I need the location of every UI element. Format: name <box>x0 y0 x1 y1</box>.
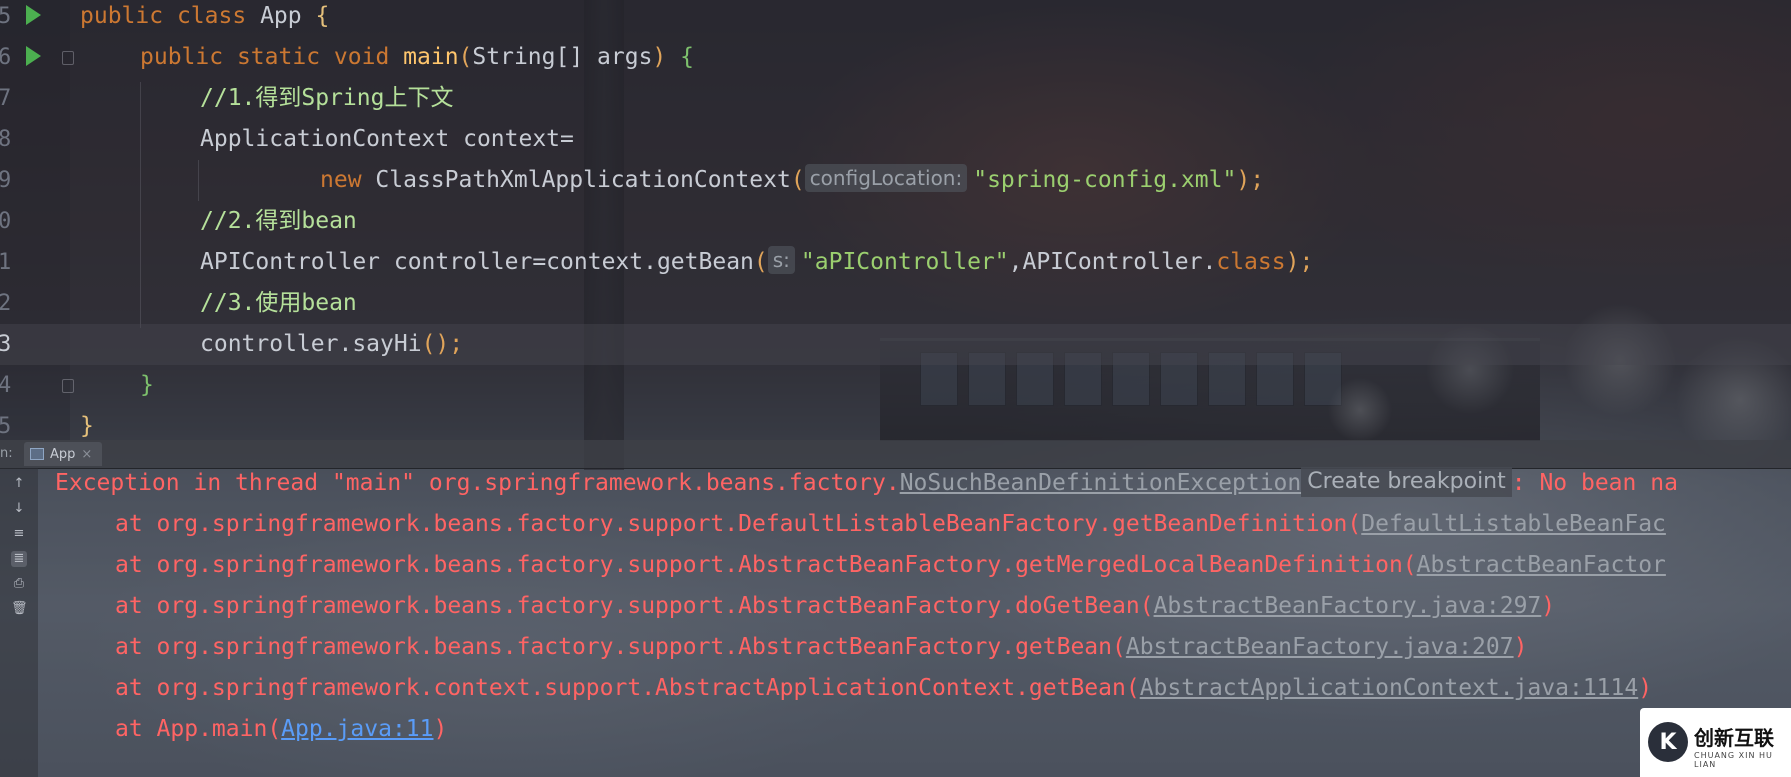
create-breakpoint-hint[interactable]: Create breakpoint <box>1301 467 1512 497</box>
exception-line: Exception in thread "main" org.springfra… <box>55 467 1678 497</box>
watermark-text: 创新互联 <box>1694 726 1774 750</box>
fold-icon[interactable] <box>62 51 74 65</box>
source-link[interactable]: AbstractBeanFactory.java:297 <box>1154 593 1542 619</box>
trash-icon[interactable]: 🗑 <box>11 601 28 617</box>
source-link[interactable]: DefaultListableBeanFac <box>1361 511 1666 537</box>
code-text: } <box>140 372 154 398</box>
parameter-hint: s: <box>767 246 795 274</box>
stack-trace-line: at App.main(App.java:11) <box>115 716 448 742</box>
code-line[interactable]: 7 //1.得到Spring上下文 <box>0 78 1791 119</box>
watermark: K 创新互联 CHUANG XIN HU LIAN <box>1640 708 1791 777</box>
run-icon[interactable] <box>26 5 41 25</box>
print-icon[interactable]: ⎙ <box>11 576 27 592</box>
line-number: 0 <box>0 209 12 234</box>
code-text: public class App { <box>80 3 330 29</box>
scroll-to-end-icon[interactable]: ≣ <box>11 551 27 567</box>
source-link-app[interactable]: App.java:11 <box>281 716 433 742</box>
line-number: 5 <box>0 4 12 29</box>
code-line[interactable]: 8 ApplicationContext context= <box>0 119 1791 160</box>
line-number: 4 <box>0 373 12 398</box>
app-icon <box>30 448 44 460</box>
line-number: 7 <box>0 86 12 111</box>
parameter-hint: configLocation: <box>804 164 968 192</box>
code-line[interactable]: 6 public static void main(String[] args)… <box>0 37 1791 78</box>
run-label: n: <box>0 446 13 461</box>
code-line[interactable]: 1 APIController controller=context.getBe… <box>0 242 1791 283</box>
source-link[interactable]: AbstractBeanFactory.java:207 <box>1126 634 1514 660</box>
source-link[interactable]: AbstractApplicationContext.java:1114 <box>1140 675 1639 701</box>
close-icon[interactable]: × <box>81 447 92 462</box>
line-number: 2 <box>0 291 12 316</box>
code-line[interactable]: 9 new ClassPathXmlApplicationContext(con… <box>0 160 1791 201</box>
code-comment: //3.使用bean <box>200 290 357 316</box>
run-tab-label: App <box>50 446 76 462</box>
code-line[interactable]: 5 public class App { <box>0 0 1791 37</box>
console-toolbar: ↑ ↓ ≡ ≣ ⎙ 🗑 <box>0 468 38 777</box>
code-text: ApplicationContext context= <box>200 126 574 152</box>
code-comment: //1.得到Spring上下文 <box>200 85 454 111</box>
line-number: 9 <box>0 168 12 193</box>
source-link[interactable]: AbstractBeanFactor <box>1417 552 1666 578</box>
arrow-up-icon[interactable]: ↑ <box>11 476 27 492</box>
stack-trace-line: at org.springframework.beans.factory.sup… <box>115 593 1556 619</box>
code-text: public static void main(String[] args) { <box>140 44 694 70</box>
code-text: controller.sayHi(); <box>200 331 464 357</box>
line-number: 3 <box>0 332 12 357</box>
line-number: 6 <box>0 45 12 70</box>
code-line[interactable]: 2 //3.使用bean <box>0 283 1791 324</box>
code-line[interactable]: 4 } <box>0 365 1791 406</box>
code-editor[interactable]: 5 public class App { 6 public static voi… <box>0 0 1791 440</box>
stack-trace-line: at org.springframework.beans.factory.sup… <box>115 552 1666 578</box>
code-line[interactable]: 0 //2.得到bean <box>0 201 1791 242</box>
line-number: 1 <box>0 250 12 275</box>
code-comment: //2.得到bean <box>200 208 357 234</box>
watermark-logo: K <box>1648 722 1688 762</box>
stack-trace-line: at org.springframework.beans.factory.sup… <box>115 634 1528 660</box>
code-text: new ClassPathXmlApplicationContext(confi… <box>320 164 1265 193</box>
exception-class-link[interactable]: NoSuchBeanDefinitionException <box>900 470 1302 496</box>
stack-trace-line: at org.springframework.context.support.A… <box>115 675 1653 701</box>
fold-icon[interactable] <box>62 379 74 393</box>
line-number: 8 <box>0 127 12 152</box>
run-icon[interactable] <box>26 46 41 66</box>
soft-wrap-icon[interactable]: ≡ <box>11 526 27 542</box>
stack-trace-line: at org.springframework.beans.factory.sup… <box>115 511 1666 537</box>
arrow-down-icon[interactable]: ↓ <box>11 501 27 517</box>
watermark-subtext: CHUANG XIN HU LIAN <box>1694 751 1773 769</box>
code-line-current[interactable]: 3 controller.sayHi(); <box>0 324 1791 365</box>
code-text: APIController controller=context.getBean… <box>200 246 1314 275</box>
